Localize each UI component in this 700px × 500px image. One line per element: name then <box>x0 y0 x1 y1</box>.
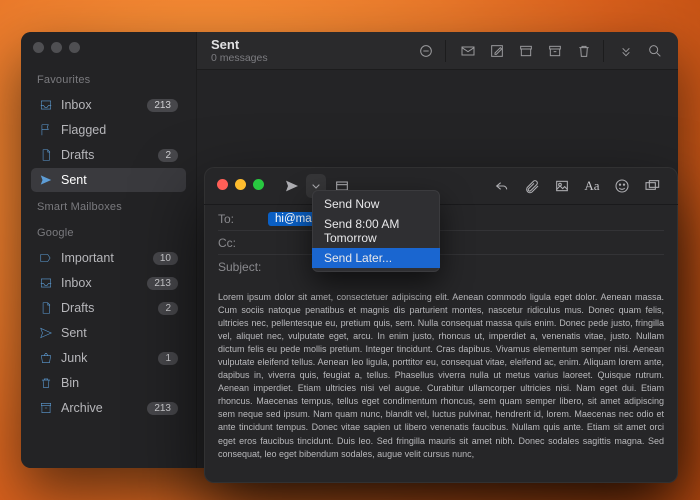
sidebar-badge: 213 <box>147 99 178 112</box>
menu-send-now[interactable]: Send Now <box>312 194 440 214</box>
delete-button[interactable] <box>571 39 597 63</box>
sidebar-item-archive[interactable]: Archive 213 <box>31 396 186 420</box>
reply-button[interactable] <box>488 174 516 198</box>
sidebar-item-ginbox[interactable]: Inbox 213 <box>31 271 186 295</box>
maximize-icon[interactable] <box>253 179 264 190</box>
photo-button[interactable] <box>548 174 576 198</box>
window-traffic-lights <box>33 42 80 53</box>
sidebar-badge: 213 <box>147 402 178 415</box>
sidebar: Favourites Inbox 213 Flagged Drafts 2 Se… <box>21 32 197 468</box>
send-dropdown-menu: Send Now Send 8:00 AM Tomorrow Send Late… <box>312 190 440 272</box>
sidebar-badge: 1 <box>158 352 178 365</box>
compose-headers: To: hi@maketech Cc: Subject: <box>204 205 678 281</box>
sidebar-item-label: Drafts <box>61 148 150 162</box>
send-button[interactable] <box>278 174 306 198</box>
sidebar-badge: 2 <box>158 302 178 315</box>
separator <box>603 40 604 62</box>
minimize-icon[interactable] <box>51 42 62 53</box>
attach-button[interactable] <box>518 174 546 198</box>
compose-traffic-lights <box>217 179 264 190</box>
sidebar-item-drafts[interactable]: Drafts 2 <box>31 143 186 167</box>
more-button[interactable] <box>613 39 639 63</box>
sidebar-badge: 213 <box>147 277 178 290</box>
sidebar-item-label: Inbox <box>61 276 139 290</box>
format-button[interactable]: Aa <box>578 174 606 198</box>
search-button[interactable] <box>642 39 668 63</box>
menu-send-later[interactable]: Send Later... <box>312 248 440 268</box>
sidebar-item-label: Flagged <box>61 123 178 137</box>
document-icon <box>39 301 53 315</box>
sidebar-section-google: Google <box>27 219 190 245</box>
sidebar-badge: 10 <box>153 252 178 265</box>
sidebar-item-inbox[interactable]: Inbox 213 <box>31 93 186 117</box>
emoji-button[interactable] <box>608 174 636 198</box>
cc-row[interactable]: Cc: <box>218 231 664 255</box>
sidebar-badge: 2 <box>158 149 178 162</box>
titlebar: Sent 0 messages <box>197 32 678 70</box>
sidebar-section-favourites: Favourites <box>27 66 190 92</box>
sidebar-item-gsent[interactable]: Sent <box>31 321 186 345</box>
minimize-icon[interactable] <box>235 179 246 190</box>
sidebar-item-flagged[interactable]: Flagged <box>31 118 186 142</box>
mailbox-title: Sent <box>211 37 268 52</box>
sidebar-item-label: Sent <box>61 326 178 340</box>
subject-label: Subject: <box>218 260 261 274</box>
paperplane-icon <box>39 326 53 340</box>
flag-icon <box>39 123 53 137</box>
document-icon <box>39 148 53 162</box>
inbox-icon <box>39 98 53 112</box>
sidebar-item-label: Bin <box>61 376 178 390</box>
menu-send-tomorrow[interactable]: Send 8:00 AM Tomorrow <box>312 214 440 248</box>
compose-body[interactable]: Lorem ipsum dolor sit amet, consectetuer… <box>204 281 678 483</box>
sidebar-item-label: Archive <box>61 401 139 415</box>
compose-toolbar: Aa <box>204 167 678 205</box>
close-icon[interactable] <box>217 179 228 190</box>
maximize-icon[interactable] <box>69 42 80 53</box>
sidebar-item-bin[interactable]: Bin <box>31 371 186 395</box>
compose-window: Aa To: hi@maketech Cc: Subject: Lorem ip… <box>204 167 678 483</box>
mailbox-subtitle: 0 messages <box>211 52 268 64</box>
archive-icon <box>39 401 53 415</box>
sidebar-item-junk[interactable]: Junk 1 <box>31 346 186 370</box>
close-icon[interactable] <box>33 42 44 53</box>
markup-button[interactable] <box>638 174 666 198</box>
sidebar-item-important[interactable]: Important 10 <box>31 246 186 270</box>
sidebar-section-smart: Smart Mailboxes <box>27 193 190 219</box>
move-button[interactable] <box>542 39 568 63</box>
compose-button[interactable] <box>484 39 510 63</box>
envelope-button[interactable] <box>455 39 481 63</box>
to-label: To: <box>218 212 268 226</box>
trash-icon <box>39 376 53 390</box>
sidebar-item-label: Drafts <box>61 301 150 315</box>
cc-label: Cc: <box>218 236 268 250</box>
subject-row[interactable]: Subject: <box>218 255 664 279</box>
inbox-icon <box>39 276 53 290</box>
filter-button[interactable] <box>413 39 439 63</box>
sidebar-item-label: Important <box>61 251 145 265</box>
separator <box>445 40 446 62</box>
sidebar-item-label: Sent <box>61 173 178 187</box>
sidebar-item-label: Inbox <box>61 98 139 112</box>
archive-button[interactable] <box>513 39 539 63</box>
important-icon <box>39 251 53 265</box>
sidebar-item-sent[interactable]: Sent <box>31 168 186 192</box>
sidebar-item-gdrafts[interactable]: Drafts 2 <box>31 296 186 320</box>
paperplane-icon <box>39 173 53 187</box>
sidebar-item-label: Junk <box>61 351 150 365</box>
to-row[interactable]: To: hi@maketech <box>218 207 664 231</box>
junk-icon <box>39 351 53 365</box>
